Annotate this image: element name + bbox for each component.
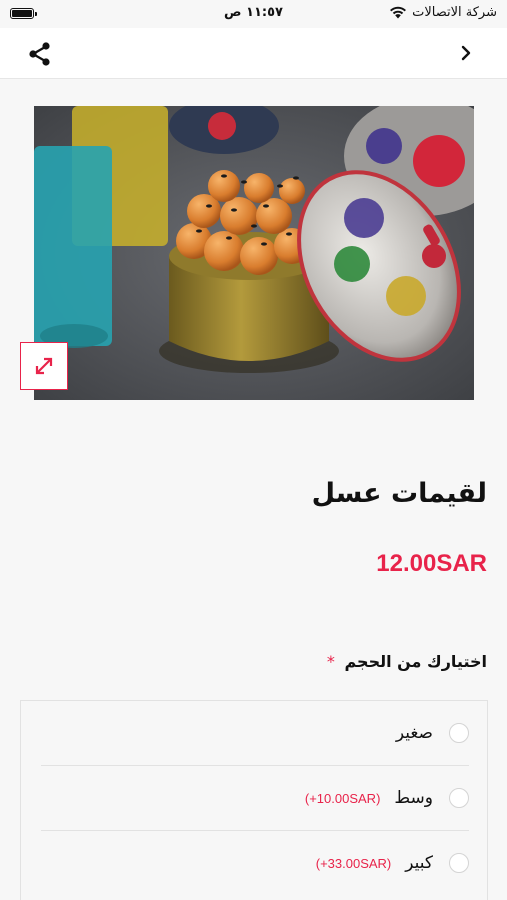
option-name: صغير (395, 723, 433, 743)
size-options-list: صغير وسط (+10.00SAR) كبير (+33.00SAR) (20, 700, 488, 900)
clock: ١١:٥٧ ص (224, 5, 283, 20)
option-row-medium[interactable]: وسط (+10.00SAR) (41, 766, 469, 831)
radio-small[interactable] (449, 723, 469, 743)
option-extra-price: (+10.00SAR) (304, 790, 381, 806)
option-row-large[interactable]: كبير (+33.00SAR) (41, 831, 469, 895)
options-label-text: اختيارك من الحجم (344, 652, 487, 671)
product-title: لقيمات عسل (311, 478, 487, 509)
option-name: وسط (394, 788, 433, 808)
expand-image-button[interactable] (20, 342, 68, 390)
product-photo (34, 106, 474, 400)
status-bar: شركة الاتصالات ١١:٥٧ ص (0, 0, 507, 28)
radio-medium[interactable] (449, 788, 469, 808)
share-icon (29, 42, 50, 66)
back-button[interactable] (455, 42, 477, 64)
battery-icon (10, 8, 37, 19)
option-name: كبير (405, 853, 433, 873)
expand-arrows-icon (35, 357, 53, 375)
required-mark: * (326, 652, 335, 671)
options-label: اختيارك من الحجم * (327, 652, 487, 671)
share-button[interactable] (26, 40, 54, 68)
option-extra-price: (+33.00SAR) (315, 855, 392, 871)
nav-bar (0, 28, 507, 79)
option-row-small[interactable]: صغير (41, 701, 469, 766)
chevron-right-icon (461, 45, 471, 61)
radio-large[interactable] (449, 853, 469, 873)
product-image[interactable] (34, 106, 474, 400)
product-price: 12.00SAR (376, 550, 487, 577)
